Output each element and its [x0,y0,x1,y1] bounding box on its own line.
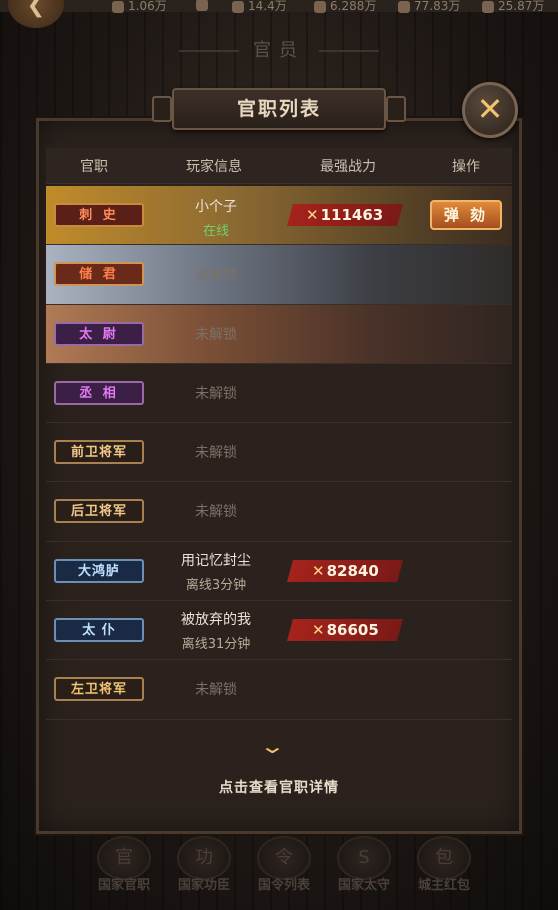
column-header-player: 玩家信息 [186,159,242,175]
rank-badge: 前卫将军 [54,440,144,465]
rank-badge: 储 君 [54,262,144,287]
resource-coin: 1.06万 [112,0,167,14]
column-header-rank: 官职 [80,159,108,175]
table-header: 官职 玩家信息 最强战力 操作 [46,148,512,184]
nav-item-decree[interactable]: 令 国令列表 [244,836,324,893]
column-header-power: 最强战力 [320,159,376,175]
rank-badge: 丞 相 [54,380,144,405]
player-info: 用记忆封尘 离线3分钟 [156,550,276,593]
add-resource[interactable] [196,0,212,11]
player-status: 离线3分钟 [185,577,247,593]
rank-badge: 刺 史 [54,203,144,227]
resource-food: 14.4万 [232,0,287,14]
locked-label: 未解锁 [195,445,237,462]
locked-label: 未解锁 [195,504,237,521]
table-row[interactable]: 丞 相 未解锁 [46,364,512,424]
table-row[interactable]: 前卫将军 未解锁 [46,423,512,483]
nav-item-merit[interactable]: 功 国家功臣 [164,836,244,893]
nav-item-official[interactable]: 官 国家官职 [84,836,164,893]
resource-soldier: 25.87万 [482,0,544,14]
player-name: 小个子 [195,199,237,215]
player-info: 未解锁 [156,324,276,344]
wood-icon [314,0,326,13]
header-cap-right [386,96,406,122]
player-info: 未解锁 [156,264,276,284]
locked-label: 未解锁 [195,385,237,402]
header-cap-left [152,96,172,122]
player-info: 小个子 在线 [156,196,276,239]
player-name: 被放弃的我 [181,612,251,629]
rank-badge: 太 仆 [54,618,144,643]
swords-icon: ✕ [311,621,325,640]
coin-icon [112,0,124,13]
page-title: 官员 [0,36,558,62]
nav-item-governor[interactable]: S 国家太守 [324,836,404,893]
player-info: 被放弃的我 离线31分钟 [156,609,276,652]
rank-badge: 左卫将军 [54,677,144,702]
soldier-icon [482,0,494,13]
title-ornament-right [319,50,379,52]
bottom-nav: 官 国家官职 功 国家功臣 令 国令列表 S 国家太守 包 城主红包 [0,836,558,910]
view-official-details-link[interactable]: 点击查看官职详情 [0,777,558,797]
locked-label: 未解锁 [195,682,237,699]
locked-label: 未解锁 [195,326,237,343]
player-name: 用记忆封尘 [181,552,251,569]
impeach-button[interactable]: 弹 劾 [430,200,502,230]
table-row[interactable]: 后卫将军 未解锁 [46,482,512,542]
close-button[interactable]: ✕ [462,82,518,138]
back-arrow-icon[interactable]: ❮ [8,0,64,28]
close-icon: ✕ [476,90,504,128]
rank-badge: 太 尉 [54,321,144,346]
rank-badge: 大鸿胪 [54,558,144,583]
power-badge: ✕ 111463 [287,204,403,226]
player-status: 在线 [202,224,229,239]
table-row[interactable]: 大鸿胪 用记忆封尘 离线3分钟 ✕ 82840 [46,542,512,602]
power-badge: ✕ 86605 [287,619,403,642]
player-info: 未解锁 [156,383,276,403]
resource-bar: ❮ 1.06万 14.4万 6.288万 77.83万 25.87万 [0,0,558,28]
player-info: 未解锁 [156,501,276,521]
plus-icon [196,0,208,11]
nav-item-red-envelope[interactable]: 包 城主红包 [404,836,484,893]
swords-icon: ✕ [306,206,319,224]
panel-title: 官职列表 [152,88,406,130]
swords-icon: ✕ [311,561,325,580]
table-row[interactable]: 太 仆 被放弃的我 离线31分钟 ✕ 86605 [46,601,512,661]
player-status: 离线31分钟 [181,637,251,653]
player-info: 未解锁 [156,679,276,699]
rank-badge: 后卫将军 [54,499,144,524]
resource-iron: 77.83万 [398,0,460,14]
player-info: 未解锁 [156,442,276,462]
column-header-action: 操作 [452,159,480,175]
official-list-screen: ❮ 1.06万 14.4万 6.288万 77.83万 25.87万 官员 官职… [0,0,558,910]
title-ornament-left [179,50,239,52]
chevron-down-icon[interactable]: ⌄ [259,734,286,758]
table-row[interactable]: 刺 史 小个子 在线 ✕ 111463 弹 劾 [46,186,512,246]
table-row[interactable]: 太 尉 未解锁 [46,304,512,364]
table-row[interactable]: 储 君 未解锁 [46,245,512,305]
power-badge: ✕ 82840 [287,559,403,582]
table-row[interactable]: 左卫将军 未解锁 [46,660,512,720]
food-icon [232,0,244,13]
official-table: 刺 史 小个子 在线 ✕ 111463 弹 劾 储 君 未解锁 太 尉 未解锁 丞… [46,186,512,720]
locked-label: 未解锁 [195,267,237,284]
iron-icon [398,0,410,13]
resource-wood: 6.288万 [314,0,376,14]
